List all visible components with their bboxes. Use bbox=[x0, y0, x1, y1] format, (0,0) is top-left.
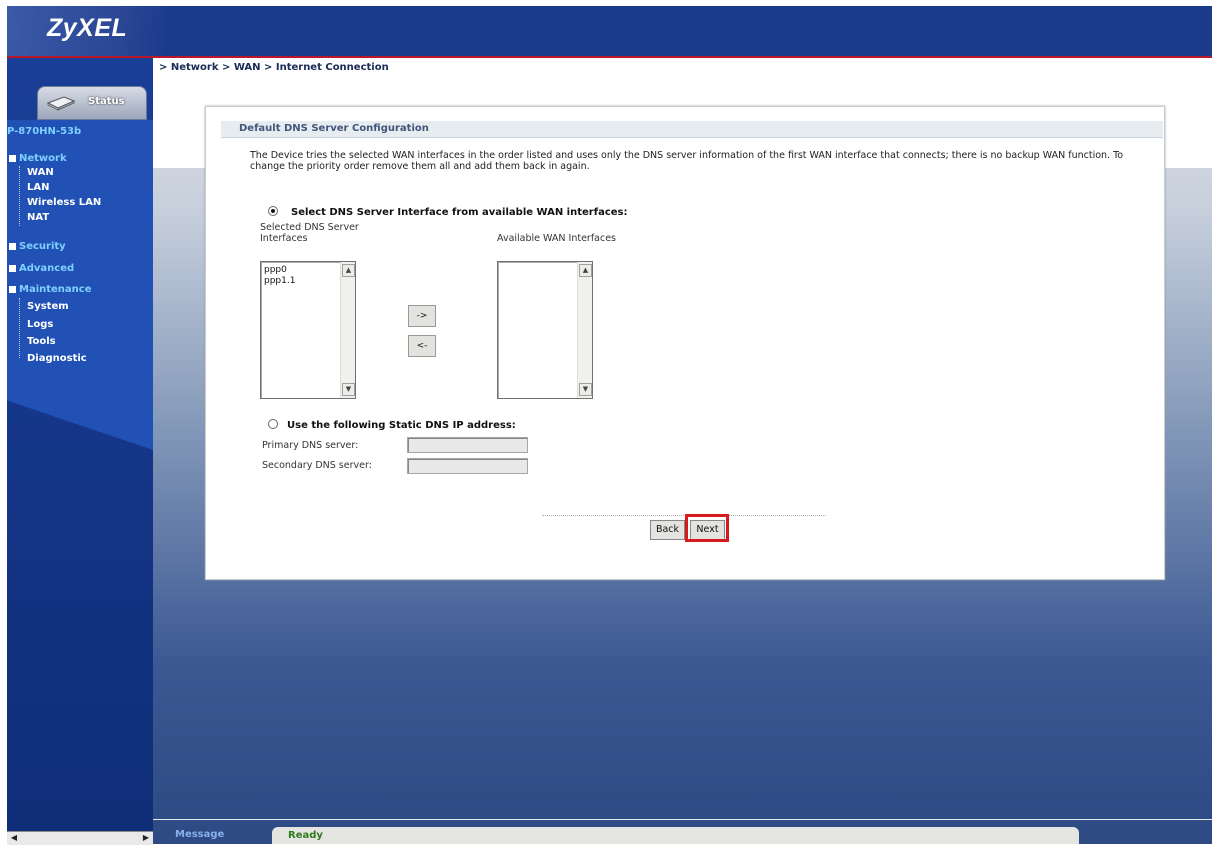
breadcrumb: > Network > WAN > Internet Connection bbox=[159, 62, 389, 73]
main-area: > Network > WAN > Internet Connection De… bbox=[153, 58, 1212, 844]
sidebar-horizontal-scrollbar[interactable]: ◀ ▶ bbox=[7, 831, 153, 845]
plus-box-icon bbox=[9, 242, 16, 250]
selected-list-label: Selected DNS Server Interfaces bbox=[260, 222, 359, 244]
message-label: Message bbox=[175, 829, 225, 840]
top-banner: ZyXEL bbox=[7, 6, 1212, 58]
minus-box-icon bbox=[9, 154, 16, 162]
move-left-button[interactable]: <- bbox=[408, 335, 436, 357]
move-right-button[interactable]: -> bbox=[408, 305, 436, 327]
section-header: Default DNS Server Configuration bbox=[221, 121, 1163, 138]
config-card: Default DNS Server Configuration The Dev… bbox=[205, 106, 1165, 580]
available-interfaces-list[interactable]: ▲ ▼ bbox=[497, 261, 593, 399]
scroll-right-icon[interactable]: ▶ bbox=[140, 833, 152, 843]
sidebar-item-nat[interactable]: NAT bbox=[27, 212, 49, 223]
router-icon bbox=[46, 96, 76, 111]
list-item[interactable]: ppp0 bbox=[264, 265, 295, 276]
status-tab[interactable]: Status bbox=[37, 86, 147, 120]
sidebar-group-maintenance[interactable]: Maintenance bbox=[9, 284, 92, 295]
list-scrollbar[interactable]: ▲ ▼ bbox=[340, 262, 355, 398]
sidebar-group-network[interactable]: Network bbox=[9, 153, 67, 164]
scroll-left-icon[interactable]: ◀ bbox=[8, 833, 20, 843]
tree-line bbox=[19, 166, 20, 226]
sidebar-group-security-label: Security bbox=[19, 241, 66, 252]
sidebar-item-diagnostic[interactable]: Diagnostic bbox=[27, 353, 87, 364]
secondary-dns-label: Secondary DNS server: bbox=[262, 460, 372, 471]
next-button-highlight bbox=[685, 514, 729, 542]
sidebar-group-network-label: Network bbox=[19, 153, 67, 164]
status-text: Ready bbox=[288, 830, 323, 841]
status-box: Ready bbox=[272, 827, 1079, 844]
static-dns-radio[interactable] bbox=[268, 419, 278, 429]
back-button[interactable]: Back bbox=[650, 520, 685, 540]
zyxel-logo: ZyXEL bbox=[47, 14, 128, 42]
sidebar-group-advanced-label: Advanced bbox=[19, 263, 75, 274]
sidebar-group-security[interactable]: Security bbox=[9, 241, 66, 252]
sidebar-group-maintenance-label: Maintenance bbox=[19, 284, 92, 295]
selected-interfaces-items: ppp0 ppp1.1 bbox=[264, 265, 295, 287]
list-scrollbar[interactable]: ▲ ▼ bbox=[577, 262, 592, 398]
sidebar-item-lan[interactable]: LAN bbox=[27, 182, 49, 193]
scroll-up-icon[interactable]: ▲ bbox=[342, 264, 355, 277]
status-tab-label: Status bbox=[88, 96, 125, 107]
sidebar-item-wireless-lan[interactable]: Wireless LAN bbox=[27, 197, 101, 208]
list-item[interactable]: ppp1.1 bbox=[264, 276, 295, 287]
scroll-down-icon[interactable]: ▼ bbox=[342, 383, 355, 396]
button-separator bbox=[542, 515, 826, 516]
tree-line bbox=[19, 298, 20, 358]
available-list-label: Available WAN Interfaces bbox=[497, 233, 617, 244]
description-text: The Device tries the selected WAN interf… bbox=[250, 150, 1124, 172]
selected-interfaces-list[interactable]: ppp0 ppp1.1 ▲ ▼ bbox=[260, 261, 356, 399]
sidebar-item-logs[interactable]: Logs bbox=[27, 319, 53, 330]
secondary-dns-input[interactable] bbox=[407, 458, 528, 474]
scroll-down-icon[interactable]: ▼ bbox=[579, 383, 592, 396]
sidebar-group-advanced[interactable]: Advanced bbox=[9, 263, 74, 274]
scroll-up-icon[interactable]: ▲ bbox=[579, 264, 592, 277]
interface-radio[interactable] bbox=[268, 206, 278, 216]
sidebar-item-system[interactable]: System bbox=[27, 301, 69, 312]
sidebar-item-wan[interactable]: WAN bbox=[27, 167, 54, 178]
primary-dns-input[interactable] bbox=[407, 437, 528, 453]
minus-box-icon bbox=[9, 285, 16, 293]
message-bar: Message Ready bbox=[153, 820, 1212, 844]
static-dns-option-label: Use the following Static DNS IP address: bbox=[287, 420, 516, 431]
sidebar-item-tools[interactable]: Tools bbox=[27, 336, 56, 347]
plus-box-icon bbox=[9, 264, 16, 272]
primary-dns-label: Primary DNS server: bbox=[262, 440, 359, 451]
device-model: P-870HN-53b bbox=[7, 126, 82, 137]
sidebar: Status P-870HN-53b Network WAN LAN Wirel… bbox=[7, 58, 153, 844]
section-title: Default DNS Server Configuration bbox=[239, 123, 429, 134]
interface-option-label: Select DNS Server Interface from availab… bbox=[291, 207, 628, 218]
